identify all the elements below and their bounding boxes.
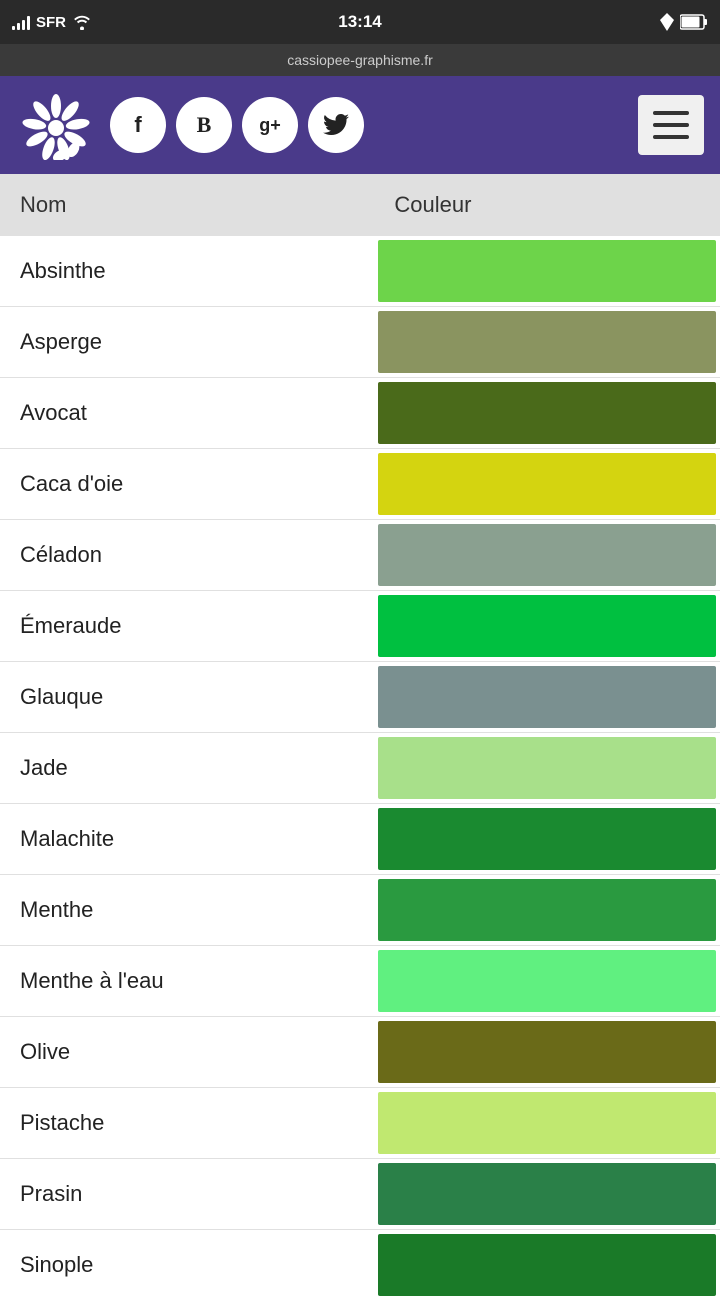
- googleplus-button[interactable]: g+: [242, 97, 298, 153]
- blogger-button[interactable]: B: [176, 97, 232, 153]
- color-swatch: [378, 1163, 716, 1225]
- location-icon: [660, 13, 674, 31]
- color-name: Menthe: [0, 875, 374, 946]
- color-swatch-cell: [374, 378, 720, 449]
- site-logo: [16, 90, 96, 160]
- status-bar: SFR 13:14: [0, 0, 720, 44]
- color-swatch-cell: [374, 875, 720, 946]
- color-name: Prasin: [0, 1159, 374, 1230]
- color-swatch: [378, 1234, 716, 1296]
- color-swatch-cell: [374, 520, 720, 591]
- table-row: Glauque: [0, 662, 720, 733]
- social-icons: f B g+: [110, 97, 624, 153]
- status-time: 13:14: [338, 12, 381, 32]
- table-row: Céladon: [0, 520, 720, 591]
- table-row: Caca d'oie: [0, 449, 720, 520]
- menu-line-2: [653, 123, 689, 127]
- signal-icon: [12, 14, 30, 30]
- table-row: Jade: [0, 733, 720, 804]
- menu-line-1: [653, 111, 689, 115]
- color-swatch-cell: [374, 1088, 720, 1159]
- facebook-button[interactable]: f: [110, 97, 166, 153]
- color-name: Caca d'oie: [0, 449, 374, 520]
- color-swatch: [378, 666, 716, 728]
- color-swatch: [378, 311, 716, 373]
- twitter-button[interactable]: [308, 97, 364, 153]
- color-name: Avocat: [0, 378, 374, 449]
- menu-button[interactable]: [638, 95, 704, 155]
- carrier-label: SFR: [36, 14, 66, 31]
- color-swatch-cell: [374, 946, 720, 1017]
- table-row: Pistache: [0, 1088, 720, 1159]
- color-swatch-cell: [374, 733, 720, 804]
- color-swatch-cell: [374, 1159, 720, 1230]
- site-header: f B g+: [0, 76, 720, 174]
- table-row: Malachite: [0, 804, 720, 875]
- color-swatch-cell: [374, 236, 720, 307]
- color-name: Céladon: [0, 520, 374, 591]
- url-text: cassiopee-graphisme.fr: [287, 52, 433, 68]
- table-header: Nom Couleur: [0, 174, 720, 236]
- color-swatch: [378, 1092, 716, 1154]
- status-right: [660, 13, 708, 31]
- color-name: Émeraude: [0, 591, 374, 662]
- color-name: Jade: [0, 733, 374, 804]
- color-name: Glauque: [0, 662, 374, 733]
- color-table: Nom Couleur AbsintheAspergeAvocatCaca d'…: [0, 174, 720, 1300]
- color-swatch-cell: [374, 662, 720, 733]
- table-row: Asperge: [0, 307, 720, 378]
- table-row: Olive: [0, 1017, 720, 1088]
- color-name: Asperge: [0, 307, 374, 378]
- table-row: Menthe à l'eau: [0, 946, 720, 1017]
- color-swatch: [378, 453, 716, 515]
- color-name: Menthe à l'eau: [0, 946, 374, 1017]
- color-swatch-cell: [374, 449, 720, 520]
- color-name: Pistache: [0, 1088, 374, 1159]
- header-nom: Nom: [0, 174, 374, 236]
- battery-icon: [680, 14, 708, 30]
- table-row: Menthe: [0, 875, 720, 946]
- table-row: Sinople: [0, 1230, 720, 1300]
- color-swatch: [378, 524, 716, 586]
- color-swatch: [378, 950, 716, 1012]
- menu-line-3: [653, 135, 689, 139]
- color-swatch: [378, 240, 716, 302]
- status-left: SFR: [12, 14, 92, 31]
- color-swatch-cell: [374, 591, 720, 662]
- table-row: Prasin: [0, 1159, 720, 1230]
- url-bar[interactable]: cassiopee-graphisme.fr: [0, 44, 720, 76]
- header-couleur: Couleur: [374, 174, 720, 236]
- color-swatch: [378, 808, 716, 870]
- color-swatch-cell: [374, 307, 720, 378]
- color-swatch: [378, 879, 716, 941]
- color-name: Absinthe: [0, 236, 374, 307]
- color-swatch: [378, 1021, 716, 1083]
- table-row: Émeraude: [0, 591, 720, 662]
- table-row: Absinthe: [0, 236, 720, 307]
- table-row: Avocat: [0, 378, 720, 449]
- color-swatch-cell: [374, 804, 720, 875]
- color-swatch-cell: [374, 1230, 720, 1300]
- color-swatch: [378, 737, 716, 799]
- color-swatch: [378, 382, 716, 444]
- color-name: Olive: [0, 1017, 374, 1088]
- wifi-icon: [72, 14, 92, 30]
- color-swatch: [378, 595, 716, 657]
- table-body: AbsintheAspergeAvocatCaca d'oieCéladonÉm…: [0, 236, 720, 1300]
- color-name: Malachite: [0, 804, 374, 875]
- color-name: Sinople: [0, 1230, 374, 1300]
- color-swatch-cell: [374, 1017, 720, 1088]
